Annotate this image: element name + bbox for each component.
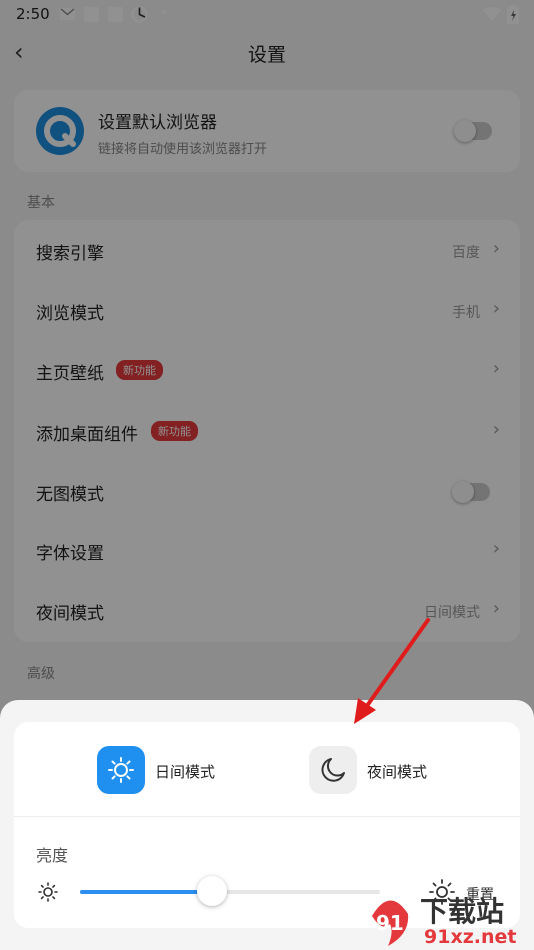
divider xyxy=(14,816,520,817)
moon-icon xyxy=(321,758,345,782)
sun-icon xyxy=(108,757,134,783)
annotation-arrow-icon xyxy=(354,618,430,724)
watermark-text: 下载站 xyxy=(420,895,505,928)
brightness-slider-thumb[interactable] xyxy=(197,876,227,906)
brightness-low-icon xyxy=(38,882,58,902)
day-mode-button[interactable] xyxy=(97,746,145,794)
night-mode-label[interactable]: 夜间模式 xyxy=(367,761,427,782)
night-mode-button[interactable] xyxy=(309,746,357,794)
watermark: 91 下载站 91xz.net xyxy=(364,888,534,950)
watermark-logo-text: 91 xyxy=(376,911,404,935)
brightness-slider-fill xyxy=(80,890,212,894)
watermark-logo-icon: 91 xyxy=(372,900,409,946)
brightness-slider[interactable] xyxy=(80,876,380,906)
brightness-label: 亮度 xyxy=(36,846,69,865)
watermark-site: 91xz.net xyxy=(424,926,517,948)
day-mode-label[interactable]: 日间模式 xyxy=(155,761,215,782)
